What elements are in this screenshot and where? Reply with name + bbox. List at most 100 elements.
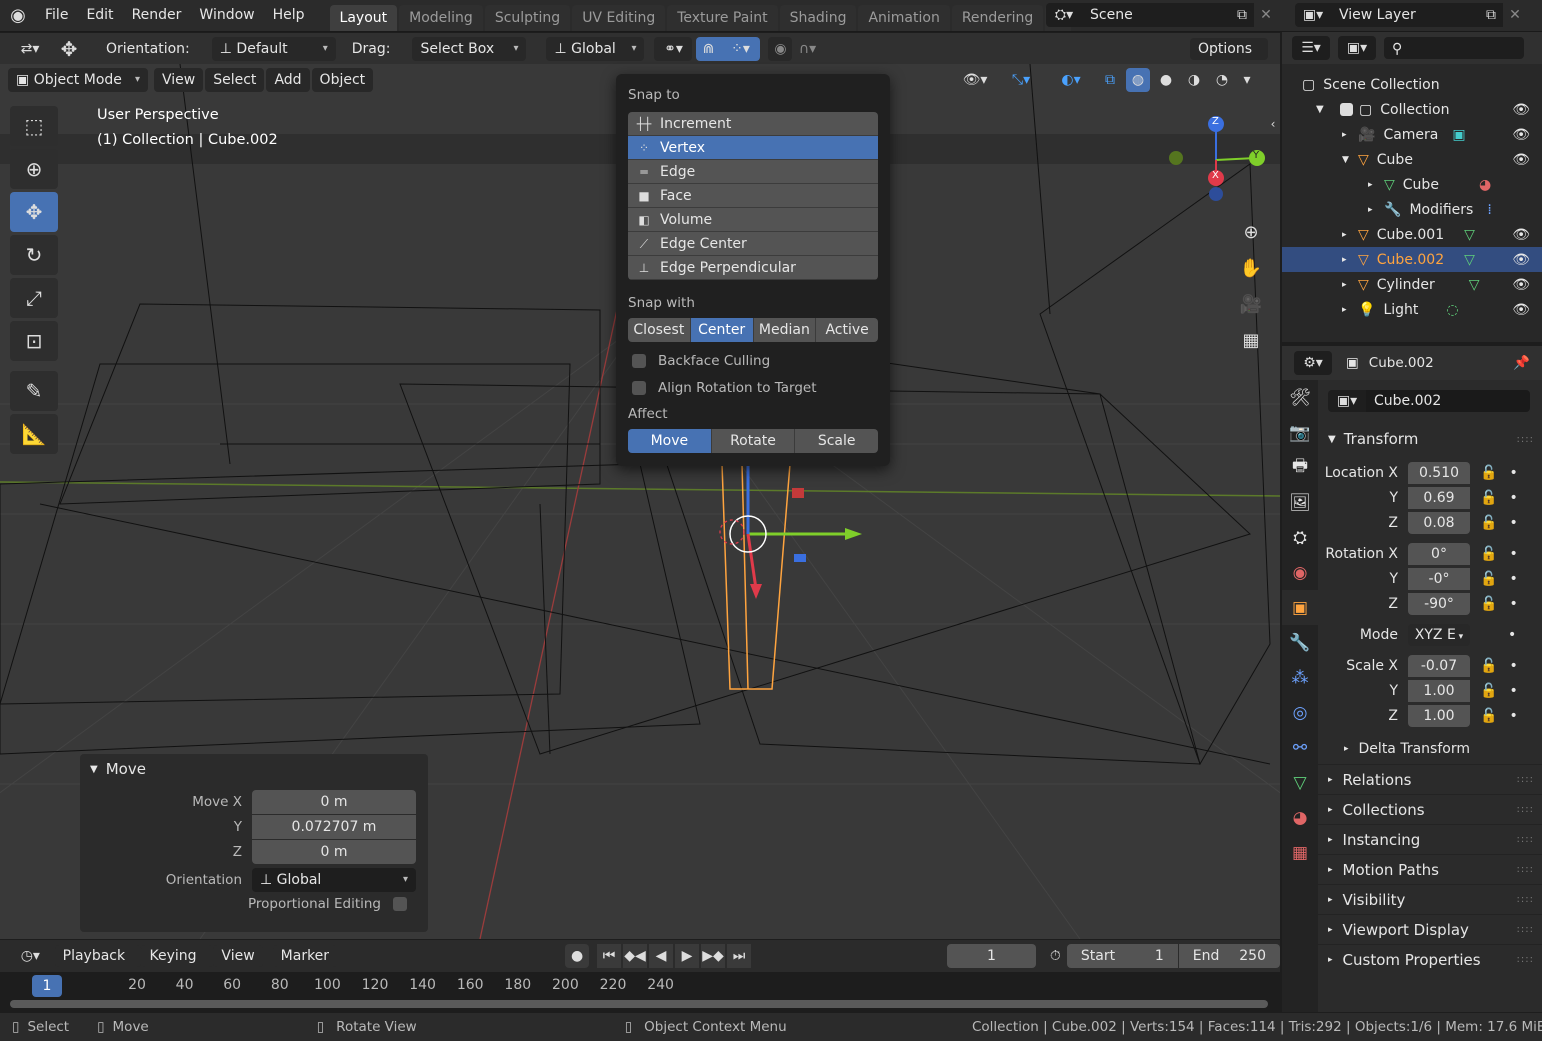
lock-icon[interactable]: 🔓 xyxy=(1480,515,1497,531)
view-layer-icon[interactable]: ▣▾ xyxy=(1295,3,1331,27)
object-tab-icon[interactable]: ▣ xyxy=(1282,590,1318,625)
tab-rendering[interactable]: Rendering xyxy=(951,5,1044,31)
panel-collections[interactable]: ▸ Collections:::: xyxy=(1318,794,1542,824)
eye-icon[interactable]: 👁 xyxy=(1512,277,1530,293)
mode-dropdown[interactable]: ▣ Object Mode ▾ xyxy=(8,68,148,92)
timeline-ruler[interactable]: 1 20 40 60 80 100 120 140 160 180 200 220 240 xyxy=(0,972,1280,1012)
outliner-row-cube[interactable]: ▼ ▽ Cube 👁 xyxy=(1282,147,1542,172)
drag-handle-icon[interactable]: :::: xyxy=(1517,894,1534,905)
snap-with-center[interactable]: Center xyxy=(690,318,754,342)
editor-type-icon[interactable]: ⚙▾ xyxy=(1294,351,1332,375)
orientation-dropdown[interactable]: ⊥ Default ▾ xyxy=(211,37,336,61)
lock-icon[interactable]: 🔓 xyxy=(1480,596,1497,612)
snap-target-icon[interactable]: ⁘▾ xyxy=(720,37,761,61)
move-tool-button-icon[interactable]: ✥ xyxy=(10,192,58,232)
tool-tab-icon[interactable]: 🛠 xyxy=(1282,380,1318,415)
menu-marker[interactable]: Marker xyxy=(272,945,338,967)
snap-edge-perpendicular[interactable]: ⊥ Edge Perpendicular xyxy=(628,256,878,280)
menu-file[interactable]: File xyxy=(36,0,77,32)
delete-view-layer-icon[interactable]: ✕ xyxy=(1503,3,1527,27)
display-mode-icon[interactable]: ▣▾ xyxy=(1338,36,1376,60)
menu-view[interactable]: View xyxy=(154,68,204,92)
overlays-icon[interactable]: ◐▾ xyxy=(1048,68,1094,92)
outliner-row-cube-002[interactable]: ▸ ▽ Cube.002 ▽ 👁 xyxy=(1282,247,1542,272)
snap-with-median[interactable]: Median xyxy=(753,318,817,342)
outliner-row-cube-001[interactable]: ▸ ▽ Cube.001 ▽ 👁 xyxy=(1282,222,1542,247)
pan-hand-icon[interactable]: ✋ xyxy=(1236,250,1266,286)
scale-x-field[interactable]: -0.07 xyxy=(1408,654,1470,677)
snap-volume[interactable]: ◧ Volume xyxy=(628,208,878,232)
menu-playback[interactable]: Playback▾ xyxy=(54,945,142,985)
outliner-row-modifiers[interactable]: ▸ 🔧 Modifiers ⁞ xyxy=(1282,197,1542,222)
panel-motion-paths[interactable]: ▸ Motion Paths:::: xyxy=(1318,854,1542,884)
new-view-layer-icon[interactable]: ⧉ xyxy=(1479,3,1503,27)
delete-scene-icon[interactable]: ✕ xyxy=(1254,3,1278,27)
output-tab-icon[interactable]: 🖶 xyxy=(1282,450,1318,485)
align-rotation-checkbox[interactable] xyxy=(632,381,646,395)
solid-shading-icon[interactable]: ● xyxy=(1154,68,1178,92)
panel-custom-properties[interactable]: ▸ Custom Properties:::: xyxy=(1318,944,1542,974)
rotation-x-field[interactable]: 0° xyxy=(1408,542,1470,565)
eye-icon[interactable]: 👁 xyxy=(1512,102,1530,118)
scale-y-field[interactable]: 1.00 xyxy=(1408,679,1470,702)
keyframe-dot-icon[interactable]: • xyxy=(1509,708,1517,724)
visibility-icon[interactable]: 👁▾ xyxy=(956,68,994,92)
location-x-field[interactable]: 0.510 xyxy=(1408,461,1470,484)
eye-icon[interactable]: 👁 xyxy=(1512,127,1530,143)
rotation-z-field[interactable]: -90° xyxy=(1408,592,1470,615)
timeline-scrollbar[interactable] xyxy=(10,1000,1268,1008)
drag-handle-icon[interactable]: :::: xyxy=(1517,924,1534,935)
gizmo-toggle-icon[interactable]: ⤡▾ xyxy=(998,68,1044,92)
view-layer-field[interactable]: View Layer xyxy=(1331,3,1479,27)
menu-render[interactable]: Render xyxy=(123,0,191,32)
keyframe-dot-icon[interactable]: • xyxy=(1508,627,1516,643)
rotate-tool-icon[interactable]: ↻ xyxy=(10,235,58,275)
play-icon[interactable]: ▶ xyxy=(675,944,700,968)
jump-keyframe-forward-icon[interactable]: ▶◆ xyxy=(701,944,726,968)
perspective-grid-icon[interactable]: ▦ xyxy=(1236,322,1266,358)
tool-settings-icon[interactable]: ⇄▾ xyxy=(8,37,52,61)
panel-viewport-display[interactable]: ▸ Viewport Display:::: xyxy=(1318,914,1542,944)
material-tab-icon[interactable]: ◕ xyxy=(1282,800,1318,835)
object-name-field[interactable]: Cube.002 xyxy=(1366,390,1530,412)
lock-icon[interactable]: 🔓 xyxy=(1480,465,1497,481)
move-z-field[interactable]: 0 m xyxy=(252,840,416,864)
outliner-row-cube-mesh[interactable]: ▸ ▽ Cube ◕ xyxy=(1282,172,1542,197)
scene-field[interactable]: Scene xyxy=(1082,3,1230,27)
physics-tab-icon[interactable]: ◎ xyxy=(1282,695,1318,730)
move-x-field[interactable]: 0 m xyxy=(252,790,416,814)
jump-keyframe-back-icon[interactable]: ◆◀ xyxy=(623,944,648,968)
wireframe-shading-icon[interactable]: ◍ xyxy=(1126,68,1150,92)
affect-scale[interactable]: Scale xyxy=(795,429,878,453)
end-frame-field[interactable]: End 250 xyxy=(1178,944,1280,968)
jump-start-icon[interactable]: ⏮ xyxy=(597,944,622,968)
current-frame-field[interactable]: 1 xyxy=(947,944,1036,968)
snap-with-closest[interactable]: Closest xyxy=(628,318,691,342)
align-rotation-row[interactable]: Align Rotation to Target xyxy=(628,377,878,399)
options-button[interactable]: Options▾ xyxy=(1190,38,1268,78)
drag-handle-icon[interactable]: :::: xyxy=(1517,954,1534,965)
operator-panel-header[interactable]: ▼ Move xyxy=(80,754,428,784)
snap-edge-center[interactable]: ⟋ Edge Center xyxy=(628,232,878,256)
shading-options-icon[interactable]: ▾ xyxy=(1238,68,1256,92)
view-layer-tab-icon[interactable]: 🖼 xyxy=(1282,485,1318,520)
rotation-y-field[interactable]: -0° xyxy=(1408,567,1470,590)
drag-handle-icon[interactable]: :::: xyxy=(1517,864,1534,875)
pin-icon[interactable]: 📌 xyxy=(1513,355,1530,371)
lock-icon[interactable]: 🔓 xyxy=(1480,658,1497,674)
eye-icon[interactable]: 👁 xyxy=(1512,152,1530,168)
backface-culling-checkbox[interactable] xyxy=(632,354,646,368)
render-tab-icon[interactable]: 📷 xyxy=(1282,415,1318,450)
world-tab-icon[interactable]: ◉ xyxy=(1282,555,1318,590)
select-box-tool-icon[interactable]: ⬚ xyxy=(10,106,58,146)
transform-orientation-dropdown[interactable]: ⊥ Global ▾ xyxy=(546,37,645,61)
navigation-gizmo[interactable]: Z Y X xyxy=(1160,114,1270,214)
scene-tab-icon[interactable]: ⛭ xyxy=(1282,520,1318,555)
snap-edge[interactable]: ═ Edge xyxy=(628,160,878,184)
panel-relations[interactable]: ▸ Relations:::: xyxy=(1318,764,1542,794)
menu-help[interactable]: Help xyxy=(264,0,314,32)
panel-visibility[interactable]: ▸ Visibility:::: xyxy=(1318,884,1542,914)
constraints-tab-icon[interactable]: ⚯ xyxy=(1282,730,1318,765)
rotation-mode-dropdown[interactable]: XYZ E ▾ xyxy=(1408,623,1470,646)
move-y-field[interactable]: 0.072707 m xyxy=(252,815,416,839)
